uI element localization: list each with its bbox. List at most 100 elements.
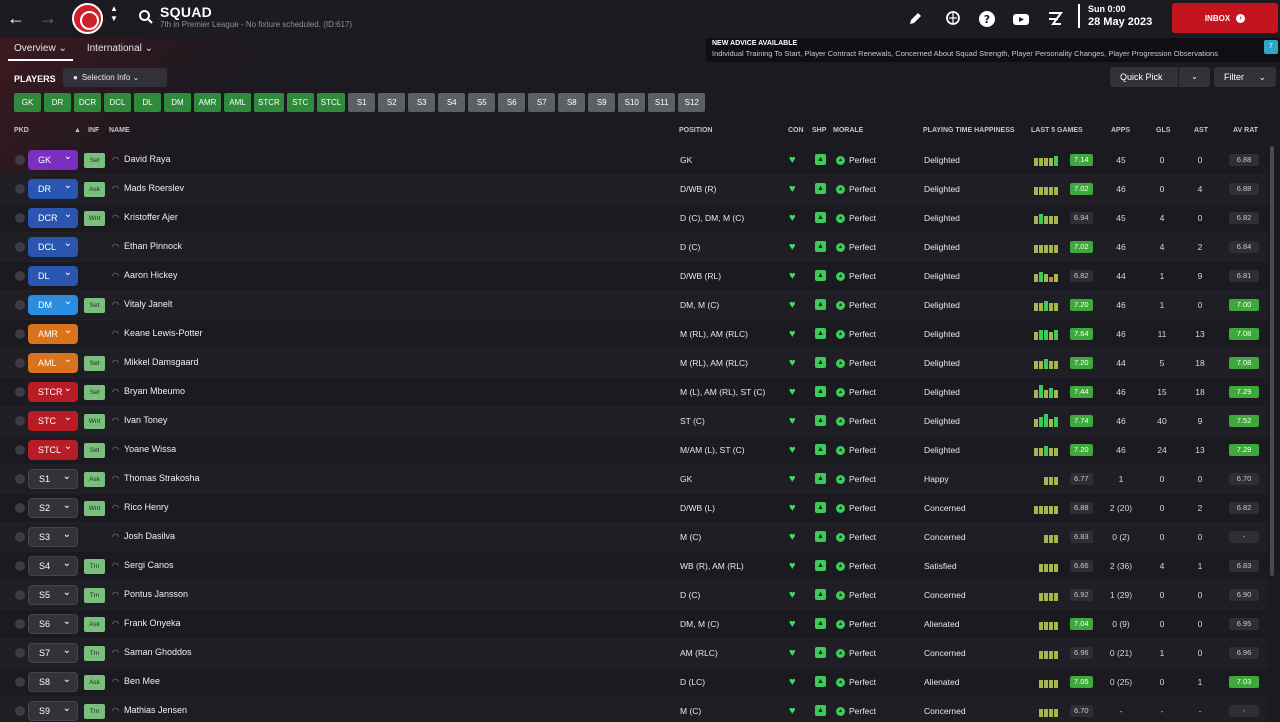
table-row[interactable]: GK Set David Raya GK ♥ ▲ Perfect Delighted 7.14 4… <box>0 146 1268 175</box>
col-con[interactable]: CON <box>788 127 804 134</box>
table-row[interactable]: S9 Trn Mathias Jensen M (C) ♥ ▲ Perfect Concern… <box>0 697 1268 722</box>
player-name[interactable]: Mathias Jensen <box>112 705 187 715</box>
position-button[interactable]: S2 <box>378 93 406 112</box>
search-icon[interactable] <box>138 9 154 25</box>
position-button[interactable]: S6 <box>498 93 526 112</box>
col-shp[interactable]: SHP <box>812 127 826 134</box>
select-checkbox[interactable] <box>15 648 25 658</box>
picked-position-dropdown[interactable]: AMR <box>28 324 78 344</box>
player-name[interactable]: Yoane Wissa <box>112 444 176 454</box>
position-button[interactable]: DCL <box>104 93 131 112</box>
select-checkbox[interactable] <box>15 532 25 542</box>
col-avrat[interactable]: AV RAT <box>1233 127 1258 134</box>
position-button[interactable]: STCL <box>316 93 346 112</box>
table-row[interactable]: S1 Ask Thomas Strakosha GK ♥ ▲ Perfect Happy 6.7… <box>0 465 1268 494</box>
position-button[interactable]: AML <box>224 93 251 112</box>
position-button[interactable]: STCR <box>254 93 284 112</box>
select-checkbox[interactable] <box>15 387 25 397</box>
col-name[interactable]: NAME <box>109 127 130 134</box>
selection-info-dropdown[interactable]: ● Selection Info ⌄ <box>63 68 167 87</box>
player-name[interactable]: Josh Dasilva <box>112 531 175 541</box>
select-checkbox[interactable] <box>15 213 25 223</box>
tab-international[interactable]: International ⌄ <box>81 39 159 61</box>
club-crest-icon[interactable] <box>72 3 103 34</box>
player-name[interactable]: Pontus Jansson <box>112 589 188 599</box>
player-name[interactable]: Vitaly Janelt <box>112 299 172 309</box>
fm-logo-icon[interactable] <box>1046 10 1064 28</box>
picked-position-dropdown[interactable]: S5 <box>28 585 78 605</box>
table-row[interactable]: STCR Set Bryan Mbeumo M (L), AM (RL), ST (C… <box>0 378 1268 407</box>
position-button[interactable]: S1 <box>348 93 376 112</box>
forward-arrow-icon[interactable]: → <box>38 8 58 28</box>
picked-position-dropdown[interactable]: DR <box>28 179 78 199</box>
position-button[interactable]: S5 <box>468 93 496 112</box>
position-button[interactable]: S7 <box>528 93 556 112</box>
select-checkbox[interactable] <box>15 474 25 484</box>
table-row[interactable]: S4 Trn Sergi Canos WB (R), AM (RL) ♥ ▲ Perfect… <box>0 552 1268 581</box>
picked-position-dropdown[interactable]: S3 <box>28 527 78 547</box>
picked-position-dropdown[interactable]: GK <box>28 150 78 170</box>
select-checkbox[interactable] <box>15 445 25 455</box>
select-checkbox[interactable] <box>15 155 25 165</box>
col-position[interactable]: POSITION <box>679 127 712 134</box>
help-icon[interactable]: ? <box>978 10 996 28</box>
position-button[interactable]: S4 <box>438 93 466 112</box>
picked-position-dropdown[interactable]: S2 <box>28 498 78 518</box>
position-button[interactable]: S3 <box>408 93 436 112</box>
col-ast[interactable]: AST <box>1194 127 1208 134</box>
picked-position-dropdown[interactable]: S8 <box>28 672 78 692</box>
scrollbar[interactable] <box>1270 146 1274 576</box>
player-name[interactable]: Rico Henry <box>112 502 169 512</box>
select-checkbox[interactable] <box>15 677 25 687</box>
filter-button[interactable]: Filter ⌄ <box>1214 67 1276 87</box>
select-checkbox[interactable] <box>15 329 25 339</box>
col-last5[interactable]: LAST 5 GAMES <box>1031 127 1083 134</box>
table-row[interactable]: DCR Wnt Kristoffer Ajer D (C), DM, M (C) ♥ ▲ P… <box>0 204 1268 233</box>
picked-position-dropdown[interactable]: STCR <box>28 382 78 402</box>
youtube-icon[interactable] <box>1012 10 1030 28</box>
position-button[interactable]: GK <box>14 93 41 112</box>
table-row[interactable]: AMR Keane Lewis-Potter M (RL), AM (RLC) ♥ ▲ P… <box>0 320 1268 349</box>
select-checkbox[interactable] <box>15 619 25 629</box>
picked-position-dropdown[interactable]: DCL <box>28 237 78 257</box>
position-button[interactable]: S11 <box>648 93 676 112</box>
table-row[interactable]: S2 Wnt Rico Henry D/WB (L) ♥ ▲ Perfect Concerne… <box>0 494 1268 523</box>
picked-position-dropdown[interactable]: S4 <box>28 556 78 576</box>
table-row[interactable]: AML Set Mikkel Damsgaard M (RL), AM (RLC) ♥ ▲… <box>0 349 1268 378</box>
table-row[interactable]: DM Set Vitaly Janelt DM, M (C) ♥ ▲ Perfect Deli… <box>0 291 1268 320</box>
select-checkbox[interactable] <box>15 590 25 600</box>
position-button[interactable]: AMR <box>194 93 221 112</box>
select-checkbox[interactable] <box>15 184 25 194</box>
select-checkbox[interactable] <box>15 503 25 513</box>
tab-overview[interactable]: Overview ⌄ <box>8 39 73 61</box>
picked-position-dropdown[interactable]: STCL <box>28 440 78 460</box>
table-row[interactable]: S7 Trn Saman Ghoddos AM (RLC) ♥ ▲ Perfect Conce… <box>0 639 1268 668</box>
select-checkbox[interactable] <box>15 561 25 571</box>
table-row[interactable]: DR Ask Mads Roerslev D/WB (R) ♥ ▲ Perfect Delig… <box>0 175 1268 204</box>
select-checkbox[interactable] <box>15 271 25 281</box>
inbox-button[interactable]: INBOX › <box>1172 3 1278 33</box>
col-morale[interactable]: MORALE <box>833 127 863 134</box>
player-name[interactable]: Ethan Pinnock <box>112 241 182 251</box>
brain-icon[interactable] <box>944 10 962 28</box>
back-arrow-icon[interactable]: ← <box>6 8 26 28</box>
player-name[interactable]: Saman Ghoddos <box>112 647 192 657</box>
quick-pick-button[interactable]: Quick Pick ⌄ <box>1110 67 1210 87</box>
picked-position-dropdown[interactable]: S7 <box>28 643 78 663</box>
player-name[interactable]: Keane Lewis-Potter <box>112 328 203 338</box>
picked-position-dropdown[interactable]: S6 <box>28 614 78 634</box>
select-checkbox[interactable] <box>15 416 25 426</box>
col-apps[interactable]: APPS <box>1111 127 1130 134</box>
table-row[interactable]: S5 Trn Pontus Jansson D (C) ♥ ▲ Perfect Concern… <box>0 581 1268 610</box>
select-checkbox[interactable] <box>15 242 25 252</box>
position-button[interactable]: S9 <box>588 93 616 112</box>
advice-banner[interactable]: NEW ADVICE AVAILABLE Individual Training… <box>706 38 1280 62</box>
select-checkbox[interactable] <box>15 300 25 310</box>
table-row[interactable]: STC Wnt Ivan Toney ST (C) ♥ ▲ Perfect Delighted… <box>0 407 1268 436</box>
table-row[interactable]: STCL Set Yoane Wissa M/AM (L), ST (C) ♥ ▲ Perf… <box>0 436 1268 465</box>
position-button[interactable]: DL <box>134 93 161 112</box>
position-button[interactable]: DCR <box>74 93 101 112</box>
position-button[interactable]: DR <box>44 93 71 112</box>
player-name[interactable]: Mikkel Damsgaard <box>112 357 199 367</box>
player-name[interactable]: Thomas Strakosha <box>112 473 200 483</box>
